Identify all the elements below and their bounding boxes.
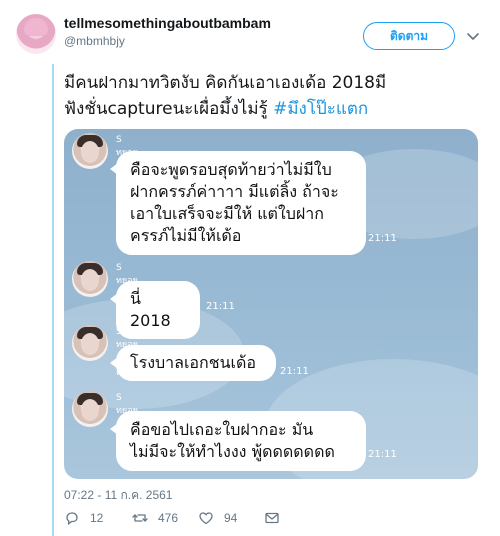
direct-message-button[interactable] <box>264 510 280 526</box>
message-time: 21:11 <box>280 366 309 377</box>
tweet-text-line-1: มีคนฝากมาทวิตงับ คิดกันเอาเองเด้อ 2018มี <box>64 73 387 93</box>
message-time: 21:11 <box>206 301 235 312</box>
bubble-line: โรงบาลเอกชนเด้อ <box>130 353 256 372</box>
tweet-text: มีคนฝากมาทวิตงับ คิดกันเอาเองเด้อ 2018มี… <box>64 70 484 122</box>
chat-bubble: คือขอไปเถอะใบฝากอะ มัน ไม่มีจะให้ทำไงงง … <box>110 411 366 471</box>
message-time: 21:11 <box>368 449 397 460</box>
message-time: 21:11 <box>368 233 397 244</box>
tweet-actions: 12 476 94 <box>64 510 484 530</box>
bubble-line: ฝากครรภ์ค่าาาา มีแต่ลิ้ง ถ้าจะ <box>130 182 339 201</box>
hashtag-link[interactable]: #มึงโป๊ะแตก <box>273 99 368 119</box>
retweet-button[interactable]: 476 <box>132 510 178 526</box>
reply-count: 12 <box>90 511 104 525</box>
bubble-line: ครรภ์ไม่มีให้เด้อ <box>130 226 242 245</box>
reply-button[interactable]: 12 <box>64 510 103 526</box>
display-name[interactable]: tellmesomethingaboutbambam <box>64 15 271 31</box>
bubble-line: ไม่มีจะให้ทำไงงง พู้ดดดดดดด <box>130 442 335 461</box>
retweet-count: 476 <box>158 511 179 525</box>
bubble-line: คือจะพูดรอบสุดท้ายว่าไม่มีใบ <box>130 160 332 179</box>
like-count: 94 <box>224 511 238 525</box>
like-button[interactable]: 94 <box>198 510 237 526</box>
avatar[interactable] <box>16 14 56 54</box>
reply-icon <box>66 512 78 525</box>
attached-photo[interactable]: S ทยอยตอบค่ะ คือจะพูดรอบสุดท้ายว่าไม่มีใ… <box>64 129 478 479</box>
sender-avatar <box>72 325 108 361</box>
tweet-timestamp[interactable]: 07:22 - 11 ก.ค. 2561 <box>64 486 172 505</box>
chat-bubble: คือจะพูดรอบสุดท้ายว่าไม่มีใบ ฝากครรภ์ค่า… <box>110 151 366 255</box>
sender-avatar <box>72 133 108 169</box>
tweet-text-line-2: ฟังชั่นcaptureนะเผื่อมึ้งไม่รู้ #มึงโป๊ะ… <box>64 96 484 122</box>
sender-avatar <box>72 391 108 427</box>
user-handle[interactable]: @mbmhbjy <box>64 34 125 48</box>
tweet-header: tellmesomethingaboutbambam @mbmhbjy ติดต… <box>0 0 500 64</box>
tweet-text-line-2-body: ฟังชั่นcaptureนะเผื่อมึ้งไม่รู้ <box>64 99 274 119</box>
sender-avatar <box>72 261 108 297</box>
heart-icon <box>199 512 213 525</box>
bubble-line: นี่ 2018 <box>130 289 171 330</box>
chat-bubble: โรงบาลเอกชนเด้อ <box>110 345 276 381</box>
envelope-icon <box>265 512 279 524</box>
bubble-line: เอาใบเสร็จจะมีให้ แต่ใบฝาก <box>130 204 324 223</box>
retweet-icon <box>132 514 148 522</box>
chevron-down-icon[interactable] <box>466 29 480 43</box>
thread-line <box>52 64 54 536</box>
bubble-line: คือขอไปเถอะใบฝากอะ มัน <box>130 420 314 439</box>
follow-button[interactable]: ติดตาม <box>363 22 455 50</box>
